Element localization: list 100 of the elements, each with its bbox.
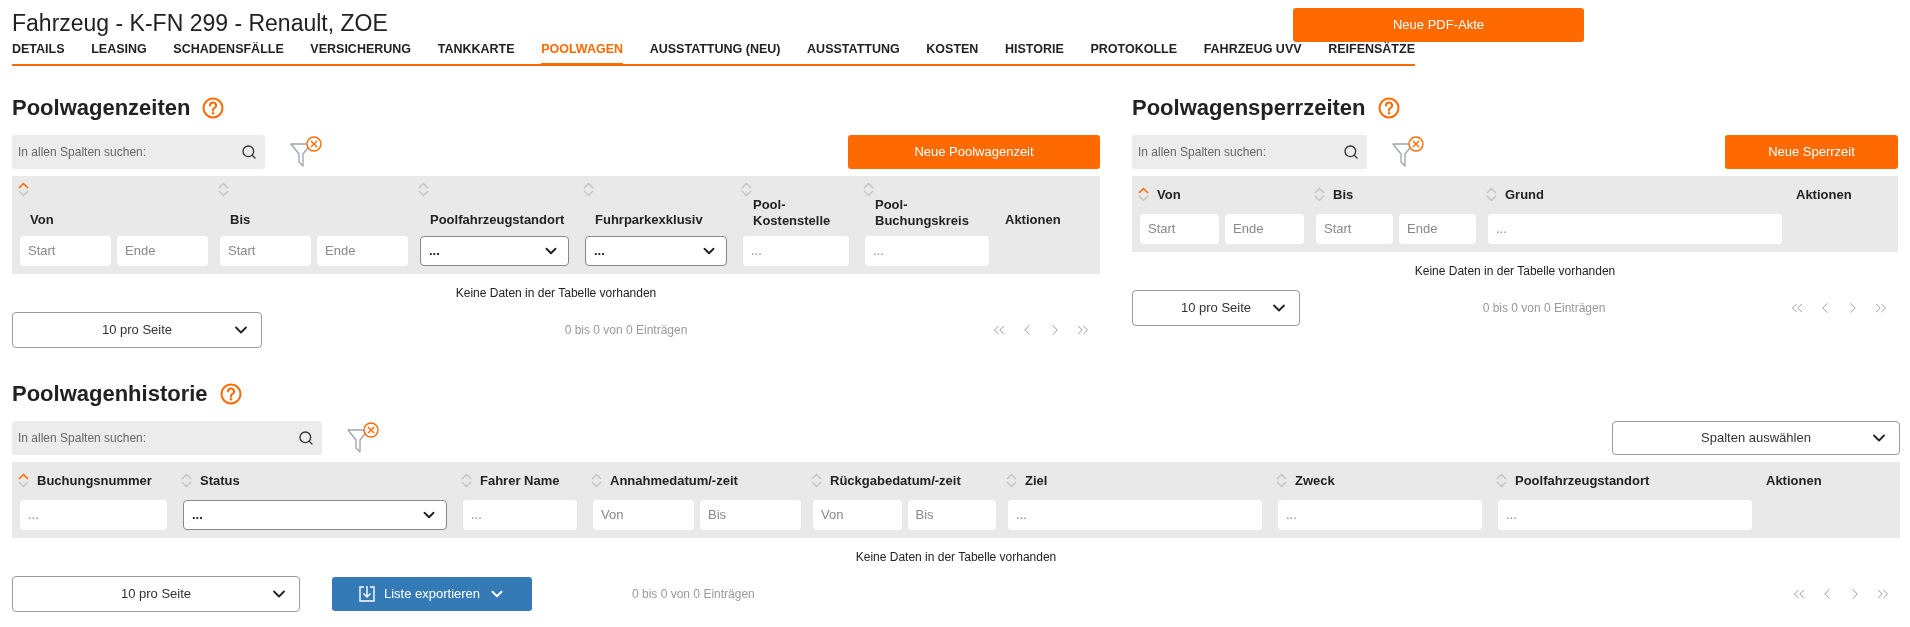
date-field[interactable]: Von bbox=[813, 499, 902, 530]
tab[interactable]: AUSSTATTUNG bbox=[807, 40, 900, 66]
search-field[interactable]: In allen Spalten suchen: bbox=[12, 420, 322, 455]
search-icon[interactable] bbox=[1343, 143, 1359, 160]
column-header[interactable]: Status bbox=[200, 471, 240, 491]
column-header[interactable]: Zweck bbox=[1295, 471, 1335, 491]
date-field[interactable]: Start bbox=[1316, 213, 1393, 244]
sort-icon[interactable] bbox=[18, 473, 29, 489]
tab[interactable]: SCHADENSFÄLLE bbox=[173, 40, 284, 66]
column-header[interactable]: Grund bbox=[1505, 185, 1544, 205]
text-field[interactable]: ... bbox=[1008, 499, 1262, 530]
column-header[interactable]: Pool-Buchungskreis bbox=[875, 196, 993, 229]
text-field[interactable]: ... bbox=[1278, 499, 1482, 530]
date-field[interactable]: Ende bbox=[317, 235, 408, 266]
date-field[interactable]: Von bbox=[593, 499, 694, 530]
tab[interactable]: VERSICHERUNG bbox=[310, 40, 412, 66]
select-value: ... bbox=[192, 506, 203, 524]
tab[interactable]: HISTORIE bbox=[1005, 40, 1064, 66]
column-header[interactable]: Fahrer Name bbox=[480, 471, 560, 491]
column-header[interactable]: Bis bbox=[1333, 185, 1354, 205]
sort-icon[interactable] bbox=[1486, 187, 1497, 203]
sort-icon[interactable] bbox=[418, 181, 429, 197]
tab[interactable]: REIFENSÄTZE bbox=[1328, 40, 1415, 66]
date-field[interactable]: Bis bbox=[700, 499, 801, 530]
date-field[interactable]: Start bbox=[220, 235, 311, 266]
search-field[interactable]: In allen Spalten suchen: bbox=[12, 134, 265, 169]
date-field[interactable]: Ende bbox=[1399, 213, 1476, 244]
export-button[interactable]: Liste exportieren bbox=[332, 576, 532, 611]
text-field[interactable]: ... bbox=[1498, 499, 1752, 530]
sort-icon[interactable] bbox=[461, 473, 472, 489]
help-icon[interactable] bbox=[202, 96, 225, 119]
tab[interactable]: TANKKARTE bbox=[437, 40, 515, 66]
column-header[interactable]: Von bbox=[30, 211, 208, 228]
help-icon[interactable] bbox=[219, 382, 242, 405]
column-header[interactable]: Aktionen bbox=[1766, 471, 1822, 491]
select-field[interactable]: ... bbox=[420, 235, 569, 266]
column-header[interactable]: Von bbox=[1157, 185, 1181, 205]
clear-filter-icon[interactable] bbox=[1391, 135, 1427, 168]
select-value: ... bbox=[429, 242, 440, 260]
column-header[interactable]: Pool-Kostenstelle bbox=[753, 196, 853, 229]
section-title: Poolwagenhistorie bbox=[12, 380, 208, 409]
tab[interactable]: FAHRZEUG UVV bbox=[1203, 40, 1302, 66]
sort-icon[interactable] bbox=[218, 181, 229, 197]
sort-icon[interactable] bbox=[863, 181, 874, 197]
sort-icon[interactable] bbox=[1006, 473, 1017, 489]
search-icon[interactable] bbox=[298, 429, 314, 446]
tab[interactable]: KOSTEN bbox=[926, 40, 979, 66]
tab[interactable]: PROTOKOLLE bbox=[1090, 40, 1177, 66]
search-icon[interactable] bbox=[241, 143, 257, 160]
page-size-select[interactable]: 10 pro Seite bbox=[12, 575, 300, 612]
column-header[interactable]: Fuhrparkexklusiv bbox=[595, 211, 731, 228]
help-icon[interactable] bbox=[1377, 96, 1400, 119]
date-field[interactable]: Start bbox=[1140, 213, 1219, 244]
page-size-select[interactable]: 10 pro Seite bbox=[1132, 289, 1300, 326]
column-header[interactable]: Annahmedatum/-zeit bbox=[610, 471, 738, 491]
text-field[interactable]: ... bbox=[743, 235, 849, 266]
entries-info: 0 bis 0 von 0 Einträgen bbox=[564, 321, 688, 339]
text-field[interactable]: ... bbox=[463, 499, 577, 530]
clear-filter-icon[interactable] bbox=[289, 135, 325, 168]
entries-info: 0 bis 0 von 0 Einträgen bbox=[632, 585, 755, 603]
sort-icon[interactable] bbox=[591, 473, 602, 489]
empty-table-message: Keine Daten in der Tabelle vorhanden bbox=[1414, 262, 1616, 280]
text-field[interactable]: ... bbox=[20, 499, 167, 530]
select-field[interactable]: ... bbox=[183, 499, 447, 530]
sort-icon[interactable] bbox=[1276, 473, 1287, 489]
column-header[interactable]: Aktionen bbox=[1005, 211, 1088, 228]
page-size-select[interactable]: 10 pro Seite bbox=[12, 311, 262, 348]
sort-icon[interactable] bbox=[181, 473, 192, 489]
sort-icon[interactable] bbox=[1314, 187, 1325, 203]
column-header[interactable]: Rückgabedatum/-zeit bbox=[830, 471, 961, 491]
text-field[interactable]: ... bbox=[1488, 213, 1782, 244]
column-header[interactable]: Buchungsnummer bbox=[37, 471, 152, 491]
clear-filter-icon[interactable] bbox=[346, 421, 382, 454]
sort-icon[interactable] bbox=[741, 181, 752, 197]
column-header[interactable]: Bis bbox=[230, 211, 408, 228]
tab[interactable]: AUSSTATTUNG (NEU) bbox=[649, 40, 781, 66]
column-header[interactable]: Aktionen bbox=[1796, 185, 1852, 205]
sort-icon[interactable] bbox=[18, 181, 29, 197]
entries-info: 0 bis 0 von 0 Einträgen bbox=[1482, 299, 1606, 317]
sort-icon[interactable] bbox=[1138, 187, 1149, 203]
tab[interactable]: LEASING bbox=[91, 40, 147, 66]
date-field[interactable]: Start bbox=[20, 235, 111, 266]
sort-icon[interactable] bbox=[1496, 473, 1507, 489]
page-title: Fahrzeug - K-FN 299 - Renault, ZOE bbox=[12, 9, 388, 38]
date-field[interactable]: Ende bbox=[117, 235, 208, 266]
column-picker-select[interactable]: Spalten auswählen bbox=[1612, 420, 1900, 455]
sort-icon[interactable] bbox=[583, 181, 594, 197]
date-field[interactable]: Bis bbox=[907, 499, 996, 530]
search-field[interactable]: In allen Spalten suchen: bbox=[1132, 134, 1367, 169]
section-title: Poolwagenzeiten bbox=[12, 94, 191, 123]
select-value: ... bbox=[594, 242, 605, 260]
select-field[interactable]: ... bbox=[585, 235, 727, 266]
column-header[interactable]: Poolfahrzeugstandort bbox=[1515, 471, 1650, 491]
empty-table-message: Keine Daten in der Tabelle vorhanden bbox=[855, 548, 1057, 566]
sort-icon[interactable] bbox=[811, 473, 822, 489]
text-field[interactable]: ... bbox=[865, 235, 989, 266]
column-header[interactable]: Ziel bbox=[1025, 471, 1048, 491]
date-field[interactable]: Ende bbox=[1225, 213, 1304, 244]
tab[interactable]: DETAILS bbox=[12, 40, 65, 66]
column-header[interactable]: Poolfahrzeugstandort bbox=[430, 211, 573, 228]
